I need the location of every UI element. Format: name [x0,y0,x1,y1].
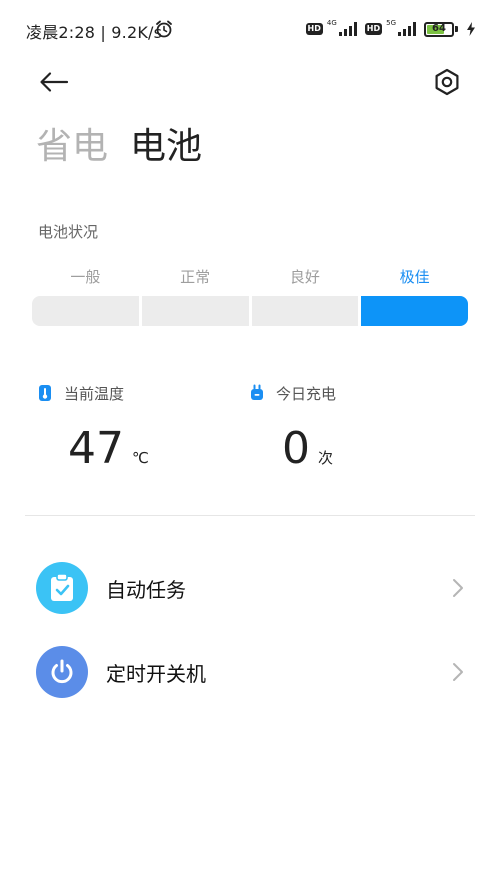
battery-percent: 64 [432,22,446,34]
temperature-value: 47 [68,423,124,474]
hd-badge-2: HD [364,23,383,35]
hd-badge: HD [305,23,323,35]
list-item-scheduled-power[interactable]: 定时开关机 [36,644,468,700]
back-arrow-icon [40,72,69,92]
chevron-right-icon [453,663,463,681]
signal-strength-icon [338,22,357,36]
network-type-label-2: 5G [386,19,396,27]
temperature-stat: 当前温度 47 ℃ [38,382,149,474]
battery-status-title: 电池状况 [38,223,99,241]
battery-cap [455,26,458,32]
clipboard-check-icon [36,562,88,614]
charges-value: 0 [282,423,310,474]
back-button[interactable] [36,64,72,100]
level-bar [251,296,359,326]
list-item-label: 定时开关机 [106,661,206,686]
thermometer-icon [39,385,51,401]
battery-health-levels: 一般 正常 良好 极佳 [32,266,468,326]
charges-stat: 今日充电 0 次 [250,382,336,474]
level-good: 良好 [251,266,359,326]
temperature-unit: ℃ [132,449,149,467]
list-item-auto-tasks[interactable]: 自动任务 [36,560,468,616]
level-general: 一般 [32,266,139,326]
charging-bolt-icon [467,22,475,36]
settings-button[interactable] [430,65,464,99]
temperature-title: 当前温度 [64,384,125,403]
level-bar [32,296,139,326]
alarm-clock-icon [156,20,172,38]
level-bar [141,296,249,326]
status-time: 凌晨2:28 | 9.2K/s [26,23,163,42]
status-icons: HD 4G HD 5G 64 [305,18,476,40]
level-label-active: 极佳 [399,268,430,286]
header-tabs: 省电 电池 [36,124,202,170]
level-excellent: 极佳 [361,266,468,326]
level-label: 正常 [180,268,211,286]
level-normal: 正常 [141,266,249,326]
level-label: 一般 [70,268,101,286]
power-icon [36,646,88,698]
level-bar-active [361,296,468,326]
signal-strength-icon-2 [398,22,416,36]
charges-title: 今日充电 [276,384,337,403]
settings-hexagon-icon [435,68,459,96]
status-bar: 凌晨2:28 | 9.2K/s HD 4G HD 5G 64 [0,0,500,58]
battery-icon: 64 [424,21,454,37]
charger-plug-icon [251,384,263,400]
network-type-label: 4G [326,19,337,27]
chevron-right-icon [453,579,463,597]
level-label: 良好 [289,268,320,286]
tab-power-saving[interactable]: 省电 [36,124,108,170]
list-item-label: 自动任务 [106,577,186,602]
divider [25,515,475,516]
charges-unit: 次 [318,449,334,467]
tab-battery[interactable]: 电池 [130,124,202,170]
